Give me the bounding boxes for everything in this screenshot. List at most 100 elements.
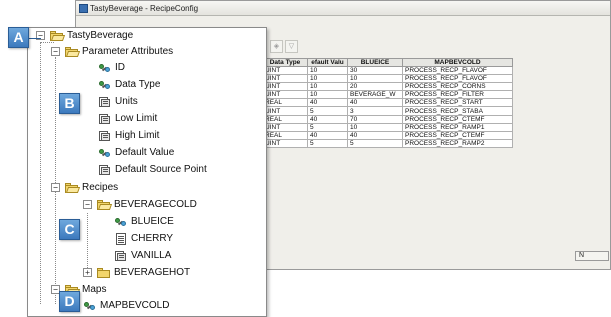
grid-cell-data-type[interactable]: UINT [262,90,308,100]
expand-toggle-beveragehot[interactable]: + [83,268,92,277]
grid-cell-data-type[interactable]: REAL [262,98,308,108]
tree-node-vanilla[interactable]: VANILLA [114,248,171,263]
attribute-icon [98,164,112,176]
tree-node-attr-default-source-point[interactable]: Default Source Point [98,162,207,177]
grid-cell-default-value[interactable]: 40 [307,130,348,140]
callout-b: B [59,93,80,114]
tree-node-label: Maps [82,284,107,295]
tree-node-label: BLUEICE [131,216,174,227]
tree-node-blueice[interactable]: BLUEICE [114,214,174,229]
grid-cell-blueice[interactable]: 30 [347,65,403,76]
folder-closed-icon [97,267,111,279]
tree-node-label: Low Limit [115,113,158,124]
window-title: TastyBeverage - RecipeConfig [90,4,199,13]
grid-cell-blueice[interactable]: BEVERAGE_W [347,90,403,100]
grid-cell-data-type[interactable]: UINT [262,65,308,76]
grid-cell-mapbevcold[interactable]: PROCESS_RECP_FLAVOF [402,74,513,84]
window-titlebar: TastyBeverage - RecipeConfig [76,1,610,16]
grid-cell-data-type[interactable]: UINT [262,138,308,148]
tag-icon [98,79,112,91]
grid-header-mapbevcold[interactable]: MAPBEVCOLD [402,58,513,67]
grid-cell-data-type[interactable]: UINT [262,106,308,116]
toolbar-btn-6[interactable]: ◈ [270,40,283,53]
grid-cell-default-value[interactable]: 10 [307,82,348,92]
grid-cell-blueice[interactable]: 40 [347,98,403,108]
folder-open-icon [97,199,113,211]
tree-node-attr-default-value[interactable]: Default Value [98,145,174,160]
grid-cell-mapbevcold[interactable]: PROCESS_RECP_RAMP1 [402,122,513,132]
grid-cell-data-type[interactable]: UINT [262,122,308,132]
grid-cell-default-value[interactable]: 10 [307,90,348,100]
grid-cell-mapbevcold[interactable]: PROCESS_RECP_CTEMF [402,130,513,140]
grid-cell-blueice[interactable]: 20 [347,82,403,92]
grid-cell-blueice[interactable]: 10 [347,74,403,84]
callout-d: D [59,291,80,312]
toolbar-btn-7[interactable]: ▽ [285,40,298,53]
tag-icon [98,62,112,74]
grid-cell-default-value[interactable]: 5 [307,138,348,148]
grid-cell-data-type[interactable]: UINT [262,82,308,92]
tree-node-attr-units[interactable]: Units [98,94,138,109]
callout-a: A [8,27,29,48]
grid-cell-default-value[interactable]: 5 [307,106,348,116]
folder-open-icon [65,46,81,58]
tree-node-label: BEVERAGEHOT [114,267,191,278]
tree-connector [55,57,56,197]
tree-node-root[interactable]: TastyBeverage [50,28,133,43]
tree-node-attr-high-limit[interactable]: High Limit [98,128,159,143]
folder-open-icon [65,182,81,194]
document-icon [114,232,128,245]
tree-node-label: Parameter Attributes [82,46,174,57]
grid-header-data-type[interactable]: Data Type [262,58,308,67]
tree-node-label: Recipes [82,182,119,193]
tree-node-label: TastyBeverage [67,30,134,41]
grid-cell-data-type[interactable]: REAL [262,114,308,124]
tree-connector [87,213,88,272]
grid-cell-mapbevcold[interactable]: PROCESS_RECP_START [402,98,513,108]
grid-cell-blueice[interactable]: 3 [347,106,403,116]
tree-connector [40,42,41,304]
tree-node-label: BEVERAGECOLD [114,199,197,210]
tree-node-mapbevcold[interactable]: MAPBEVCOLD [83,298,169,313]
grid-cell-default-value[interactable]: 40 [307,98,348,108]
grid-cell-default-value[interactable]: 10 [307,74,348,84]
tree-node-label: CHERRY [131,233,174,244]
grid-cell-mapbevcold[interactable]: PROCESS_RECP_CTEMF [402,114,513,124]
expand-toggle-recipes[interactable]: − [51,183,60,192]
grid-cell-mapbevcold[interactable]: PROCESS_RECP_RAMP2 [402,138,513,148]
tree-node-label: Units [115,96,138,107]
attribute-icon [98,130,112,142]
grid-cell-data-type[interactable]: REAL [262,130,308,140]
grid-cell-data-type[interactable]: UINT [262,74,308,84]
tree-node-label: High Limit [115,130,160,141]
tree-node-attr-low-limit[interactable]: Low Limit [98,111,157,126]
screenshot-root: TastyBeverage - RecipeConfig ◧ ◨ ◨ ⧉ ⧉ ◈… [0,0,611,317]
tree-node-label: Default Value [115,147,175,158]
grid-cell-blueice[interactable]: 40 [347,130,403,140]
grid-header-default-value[interactable]: efault Valu [307,58,348,67]
tree-node-parameter-attributes[interactable]: Parameter Attributes [65,44,173,59]
expand-toggle-beveragecold[interactable]: − [83,200,92,209]
grid-cell-default-value[interactable]: 5 [307,122,348,132]
tree-node-label: ID [115,62,125,73]
folder-open-icon [50,30,66,42]
grid-cell-default-value[interactable]: 10 [307,65,348,76]
grid-cell-blueice[interactable]: 70 [347,114,403,124]
tree-node-label: Default Source Point [115,164,207,175]
attribute-icon [98,113,112,125]
tree-node-attr-id[interactable]: ID [98,60,125,75]
grid-cell-blueice[interactable]: 5 [347,138,403,148]
grid-cell-mapbevcold[interactable]: PROCESS_RECP_STABA [402,106,513,116]
tree-node-cherry[interactable]: CHERRY [114,231,173,246]
grid-cell-mapbevcold[interactable]: PROCESS_RECP_FILTER [402,90,513,100]
grid-cell-blueice[interactable]: 10 [347,122,403,132]
tree-node-beveragecold[interactable]: BEVERAGECOLD [97,197,197,212]
tree-node-beveragehot[interactable]: BEVERAGEHOT [97,265,190,280]
grid-header-blueice[interactable]: BLUEICE [347,58,403,67]
grid-cell-mapbevcold[interactable]: PROCESS_RECP_CORNS [402,82,513,92]
tree-node-attr-data-type[interactable]: Data Type [98,77,160,92]
tree-node-recipes[interactable]: Recipes [65,180,118,195]
grid-cell-mapbevcold[interactable]: PROCESS_RECP_FLAVOF [402,65,513,76]
expand-toggle-parameter-attributes[interactable]: − [51,47,60,56]
grid-cell-default-value[interactable]: 40 [307,114,348,124]
